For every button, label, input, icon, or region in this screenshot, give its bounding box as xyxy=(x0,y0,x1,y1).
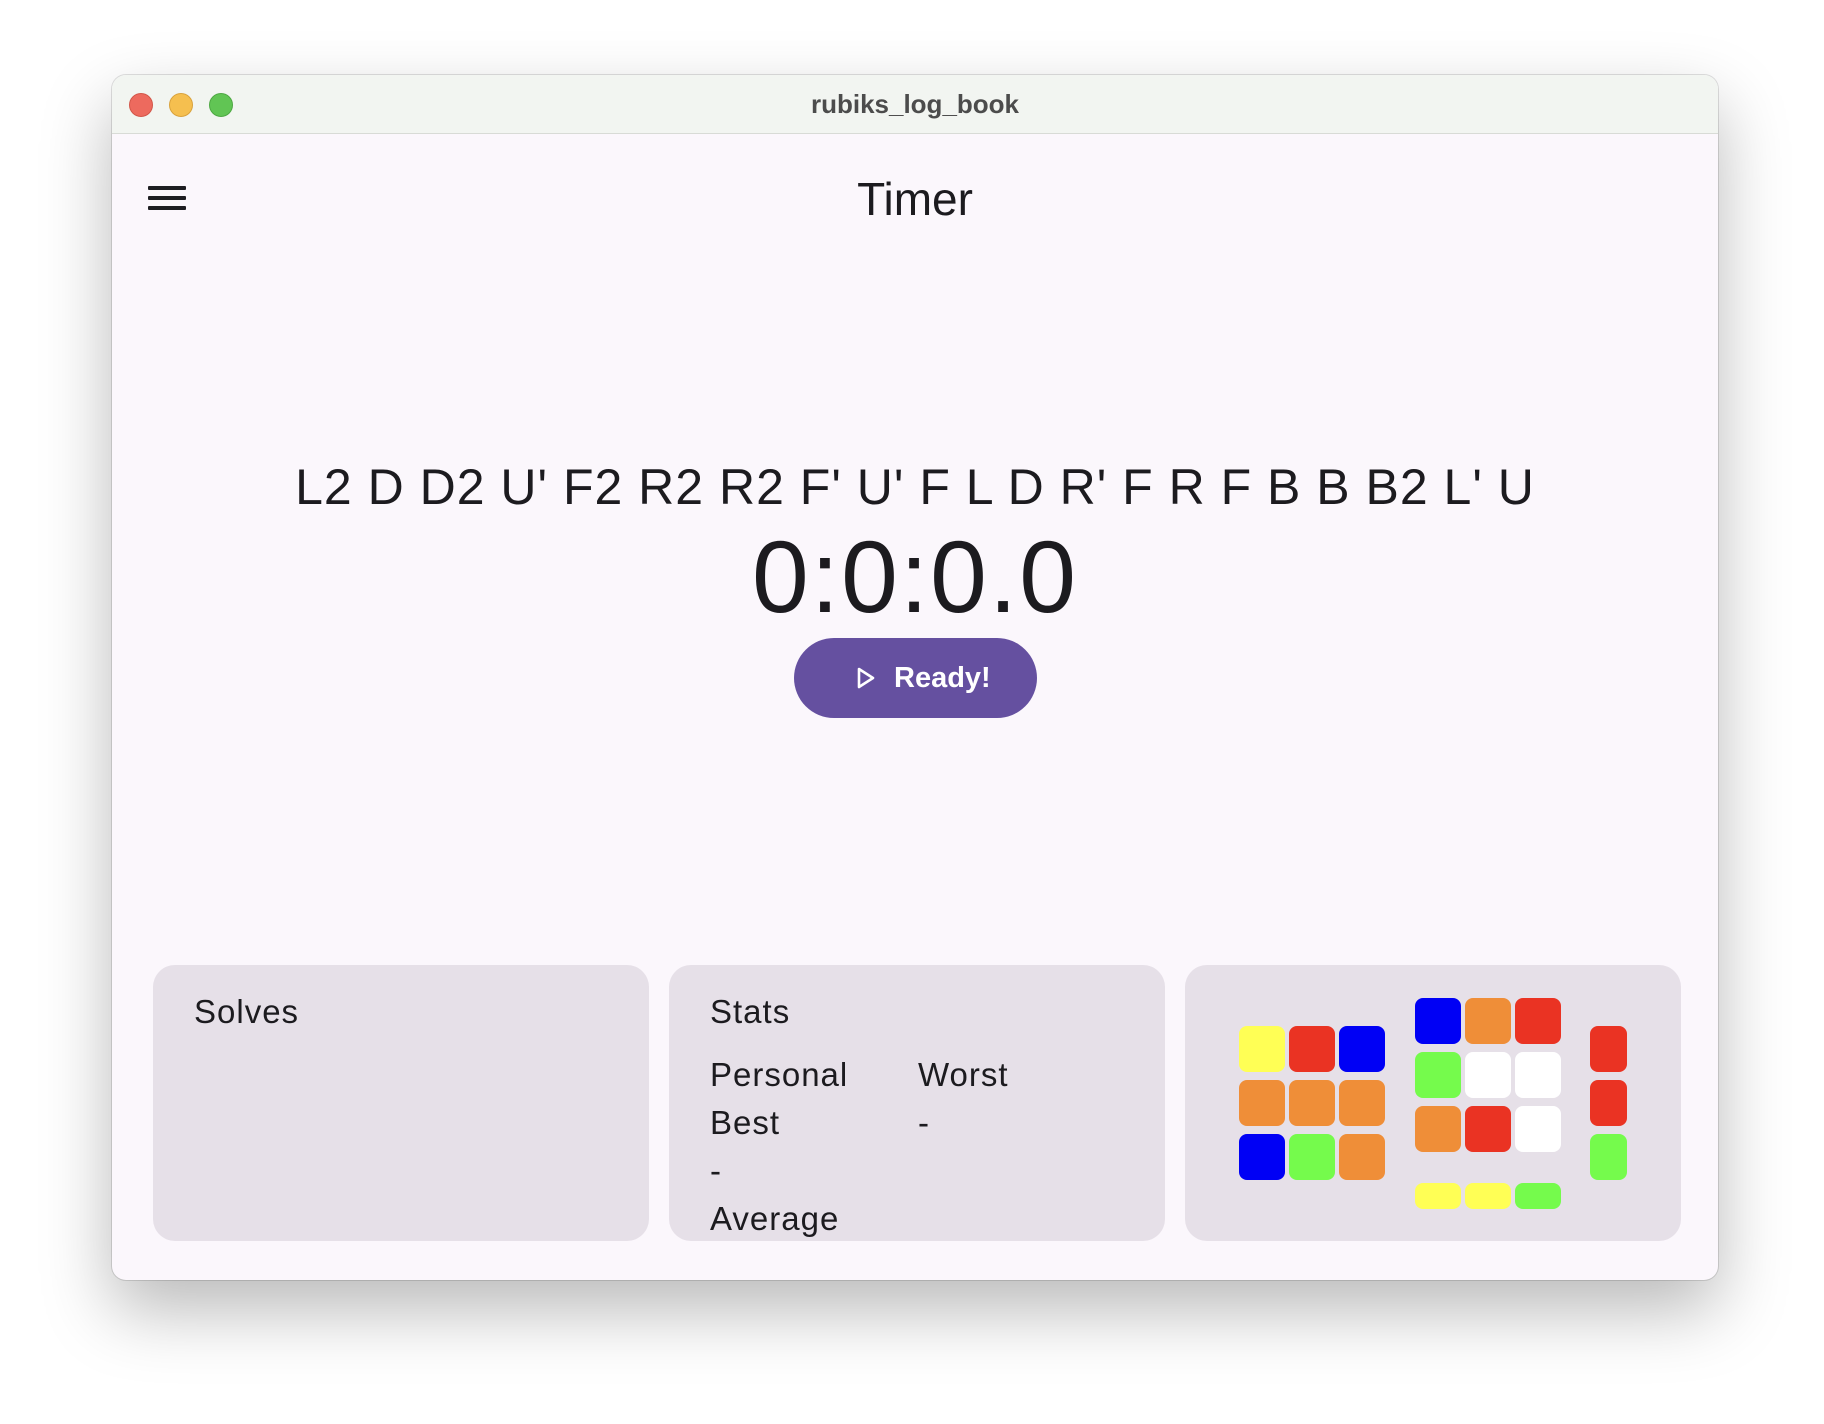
cube-right-side-sticker xyxy=(1590,1080,1627,1126)
cube-left-face-sticker xyxy=(1239,1134,1285,1180)
cube-left-face-sticker xyxy=(1339,1026,1385,1072)
play-outline-icon xyxy=(857,667,875,689)
ready-button-label: Ready! xyxy=(894,662,991,694)
cube-left-face-sticker xyxy=(1289,1134,1335,1180)
ready-button[interactable]: Ready! xyxy=(794,638,1037,718)
cube-left-face-sticker xyxy=(1339,1134,1385,1180)
stats-title: Stats xyxy=(710,993,791,1030)
cube-left-face-sticker xyxy=(1289,1026,1335,1072)
personal-best-label-line1: Personal xyxy=(710,1056,849,1093)
stats-card: Stats Personal Best - Average Worst - xyxy=(669,965,1165,1241)
cube-bottom-side-sticker xyxy=(1515,1183,1561,1209)
cube-front-face-sticker xyxy=(1515,1052,1561,1098)
personal-best-label-line2: Best xyxy=(710,1104,781,1141)
average-label: Average xyxy=(710,1200,840,1237)
cube-left-face-sticker xyxy=(1289,1080,1335,1126)
cube-left-face-sticker xyxy=(1339,1080,1385,1126)
cube-front-face-sticker xyxy=(1515,1106,1561,1152)
cube-front-face-sticker xyxy=(1515,998,1561,1044)
cube-front-face-sticker xyxy=(1465,1106,1511,1152)
personal-best-value: - xyxy=(710,1152,722,1189)
solves-card: Solves xyxy=(153,965,649,1241)
scramble-sequence: L2 D D2 U' F2 R2 R2 F' U' F L D R' F R F… xyxy=(295,459,1535,515)
page-title: Timer xyxy=(857,173,973,225)
solves-title: Solves xyxy=(194,993,300,1030)
cube-bottom-side-sticker xyxy=(1465,1183,1511,1209)
cube-bottom-side-sticker xyxy=(1415,1183,1461,1209)
title-bar: rubiks_log_book xyxy=(112,75,1718,134)
cube-front-face-sticker xyxy=(1415,998,1461,1044)
window-title: rubiks_log_book xyxy=(810,89,1020,119)
cube-left-face-sticker xyxy=(1239,1026,1285,1072)
worst-value: - xyxy=(918,1104,930,1141)
stats-left-column: Personal Best - Average xyxy=(710,1051,890,1241)
app-window: rubiks_log_book Timer L2 D D2 U' F2 R2 R… xyxy=(112,75,1718,1280)
cube-front-face-sticker xyxy=(1415,1106,1461,1152)
worst-label: Worst xyxy=(918,1056,1009,1093)
cube-front-face-sticker xyxy=(1415,1052,1461,1098)
cube-left-face-sticker xyxy=(1239,1080,1285,1126)
cube-preview-card xyxy=(1185,965,1681,1241)
timer-display: 0:0:0.0 xyxy=(752,520,1078,634)
cube-right-side-sticker xyxy=(1590,1134,1627,1180)
cube-front-face-sticker xyxy=(1465,998,1511,1044)
stats-right-column: Worst - xyxy=(918,1051,1098,1147)
cube-front-face-sticker xyxy=(1465,1052,1511,1098)
cube-right-side-sticker xyxy=(1590,1026,1627,1072)
